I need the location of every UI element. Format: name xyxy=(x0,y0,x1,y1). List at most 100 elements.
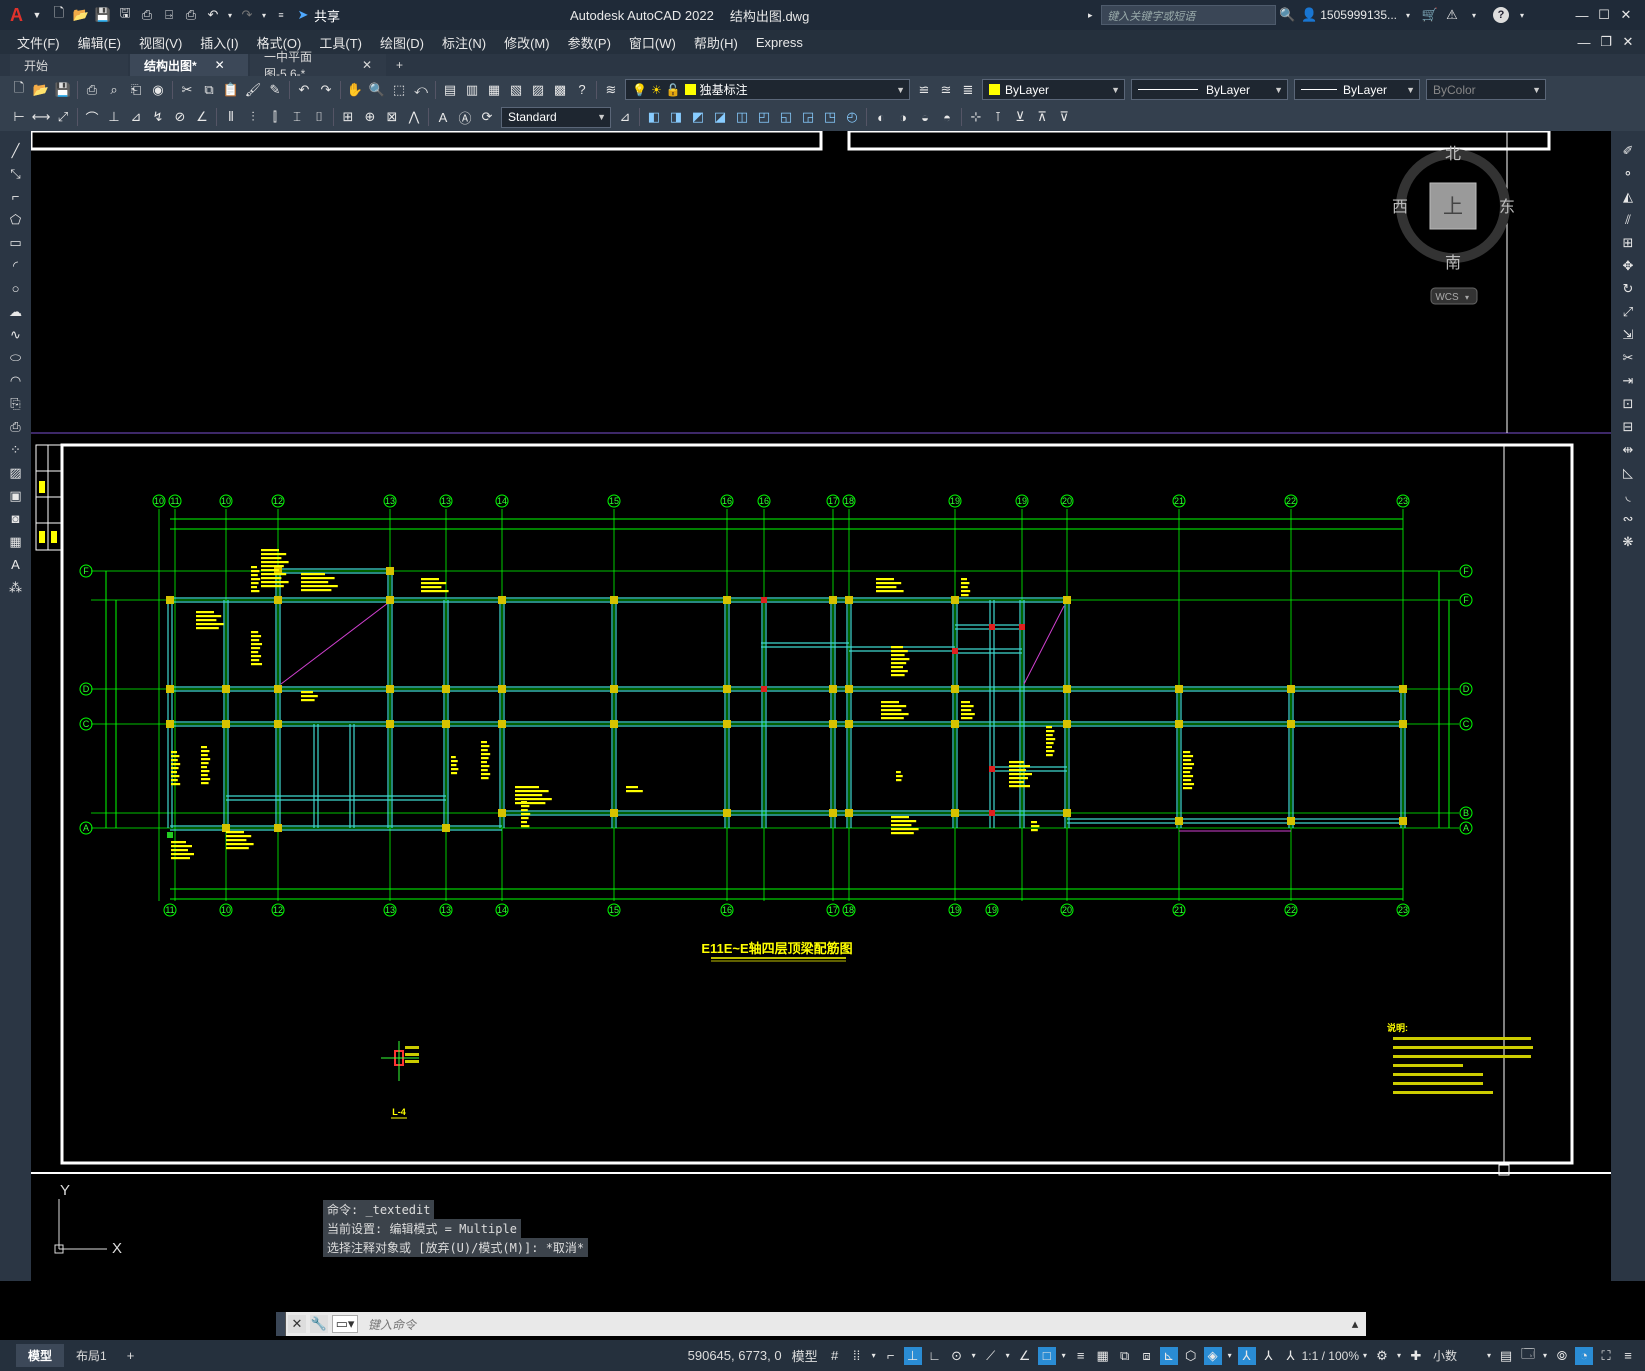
snap-icon[interactable]: ⁞⁞ xyxy=(848,1347,866,1365)
new-tab-button[interactable]: + xyxy=(388,54,411,76)
command-expand-icon[interactable]: ▴ xyxy=(1346,1315,1364,1333)
zoom-window-icon[interactable]: ⬚ xyxy=(390,81,408,99)
erase-icon[interactable]: ✐ xyxy=(1619,141,1637,160)
ucs-icon[interactable]: ⊹ xyxy=(967,108,985,126)
baseline-dim-icon[interactable]: ⫶ xyxy=(244,108,262,126)
a360-dropdown-icon[interactable]: ▾ xyxy=(1465,6,1483,24)
menu-edit[interactable]: 编辑(E) xyxy=(69,33,130,52)
color-dropdown[interactable]: ByLayer ▼ xyxy=(982,79,1125,100)
properties-icon[interactable]: ▤ xyxy=(441,81,459,99)
plot-preview-icon[interactable]: ⌕ xyxy=(105,81,123,99)
web-save-icon[interactable]: ⍈ xyxy=(160,6,178,24)
break-at-point-icon[interactable]: ⊡ xyxy=(1619,394,1637,413)
web-open-icon[interactable]: ⎙ xyxy=(138,6,156,24)
arc-length-icon[interactable]: ⌒ xyxy=(83,108,101,126)
clean-screen-icon[interactable]: ⛶ xyxy=(1597,1347,1615,1365)
undo-dropdown-icon[interactable]: ▾ xyxy=(226,6,234,24)
insert-block-icon[interactable]: ⎘ xyxy=(7,394,25,413)
rotate-icon[interactable]: ↻ xyxy=(1619,279,1637,298)
pan-icon[interactable]: ✋ xyxy=(346,81,364,99)
hatch-icon[interactable]: ▨ xyxy=(7,463,25,482)
user-dropdown-icon[interactable]: ▾ xyxy=(1399,6,1417,24)
redo-icon[interactable]: ↷ xyxy=(317,81,335,99)
hardware-acceleration-icon[interactable]: ◔ xyxy=(1575,1346,1593,1365)
command-close-icon[interactable]: ✕ xyxy=(288,1315,306,1333)
object-snap-dropdown-icon[interactable]: ▾ xyxy=(1060,1347,1068,1365)
annotation-scale-icon[interactable]: ⅄ xyxy=(1282,1347,1300,1365)
undo-icon[interactable]: ↶ xyxy=(295,81,313,99)
polygon-icon[interactable]: ⬠ xyxy=(7,210,25,229)
maximize-icon[interactable]: ☐ xyxy=(1595,6,1613,24)
doc-minimize-icon[interactable]: — xyxy=(1575,33,1593,51)
dim-style-icon[interactable]: ⊿ xyxy=(616,108,634,126)
ucs-object-icon[interactable]: ⊽ xyxy=(1055,108,1073,126)
spline-icon[interactable]: ∿ xyxy=(7,325,25,344)
quick-properties-icon[interactable]: ▤ xyxy=(1497,1347,1515,1365)
region-icon[interactable]: ◙ xyxy=(7,509,25,528)
gizmo-dropdown-icon[interactable]: ▾ xyxy=(1226,1347,1234,1365)
open-icon[interactable]: 📂 xyxy=(32,81,50,99)
break-icon[interactable]: ⊟ xyxy=(1619,417,1637,436)
undo-icon[interactable]: ↶ xyxy=(204,6,222,24)
shade-hidden-icon[interactable]: ◓ xyxy=(938,108,956,126)
help-icon[interactable]: ? xyxy=(1493,7,1509,23)
menu-file[interactable]: 文件(F) xyxy=(8,33,69,52)
drawing-canvas[interactable]: 10 11 10 12 13 13 14 15 16 16 17 18 19 19 20 21 22 23 11 10… xyxy=(31,131,1611,1281)
view-right-icon[interactable]: ◪ xyxy=(711,108,729,126)
tool-palettes-icon[interactable]: ▦ xyxy=(485,81,503,99)
doc-close-icon[interactable]: ✕ xyxy=(1619,33,1637,51)
layout-tab-layout1[interactable]: 布局1 xyxy=(64,1344,119,1367)
cart-icon[interactable]: 🛒 xyxy=(1421,6,1439,24)
ortho-icon[interactable]: ∟ xyxy=(926,1347,944,1365)
doc-restore-icon[interactable]: ❐ xyxy=(1597,33,1615,51)
menu-window[interactable]: 窗口(W) xyxy=(620,33,685,52)
menu-express[interactable]: Express xyxy=(747,35,812,50)
customization-icon[interactable]: ≡ xyxy=(1619,1347,1637,1365)
isodraft-icon[interactable]: ⟋ xyxy=(982,1347,1000,1365)
ucs-face-icon[interactable]: ⊼ xyxy=(1033,108,1051,126)
gradient-icon[interactable]: ▣ xyxy=(7,486,25,505)
search-icon[interactable]: 🔍 xyxy=(1278,6,1296,24)
annotation-visibility-icon[interactable]: ⅄ xyxy=(1237,1346,1256,1365)
diameter-dim-icon[interactable]: ⊘ xyxy=(171,108,189,126)
ordinate-dim-icon[interactable]: ⊥ xyxy=(105,108,123,126)
linear-dim-icon[interactable]: ⟷ xyxy=(32,108,51,126)
make-block-icon[interactable]: ⎙ xyxy=(7,417,25,436)
auto-scale-icon[interactable]: ⅄ xyxy=(1260,1347,1278,1365)
cut-icon[interactable]: ✂ xyxy=(178,81,196,99)
command-grip-handle[interactable] xyxy=(276,1312,286,1336)
design-center-icon[interactable]: ▥ xyxy=(463,81,481,99)
command-input[interactable]: 键入命令 xyxy=(360,1316,1344,1333)
save-as-icon[interactable]: 🖫 xyxy=(116,5,134,24)
view-back-icon[interactable]: ◨ xyxy=(667,108,685,126)
dynamic-ucs-icon[interactable]: ⊾ xyxy=(1159,1346,1178,1365)
view-iso4-icon[interactable]: ◴ xyxy=(843,108,861,126)
continue-dim-icon[interactable]: ⫿ xyxy=(266,108,284,126)
print-icon[interactable]: ⎙ xyxy=(182,6,200,24)
jogged-linear-icon[interactable]: ⋀ xyxy=(405,108,423,126)
layout-tab-model[interactable]: 模型 xyxy=(16,1344,65,1367)
tab-start[interactable]: 开始 xyxy=(10,54,128,76)
aligned-dim-icon[interactable]: ⤢ xyxy=(54,108,72,126)
search-expand-icon[interactable]: ▸ xyxy=(1081,6,1099,24)
share-button[interactable]: 共享 xyxy=(314,6,340,25)
view-iso2-icon[interactable]: ◲ xyxy=(799,108,817,126)
fillet-icon[interactable]: ◟ xyxy=(1619,486,1637,505)
3d-osnap-icon[interactable]: ⧈ xyxy=(1138,1347,1156,1365)
viewcube[interactable]: 上 北 南 东 西 WCS ▾ xyxy=(1392,144,1515,305)
a360-icon[interactable]: ⚠ xyxy=(1443,6,1461,24)
menu-modify[interactable]: 修改(M) xyxy=(495,33,559,52)
calculator-icon[interactable]: ▩ xyxy=(551,81,569,99)
shade-wire-icon[interactable]: ◒ xyxy=(916,108,934,126)
stretch-icon[interactable]: ⇲ xyxy=(1619,325,1637,344)
gizmo-icon[interactable]: ◈ xyxy=(1203,1346,1222,1365)
ellipse-arc-icon[interactable]: ◠ xyxy=(7,371,25,390)
menu-parametric[interactable]: 参数(P) xyxy=(559,33,620,52)
new-layout-button[interactable]: + xyxy=(119,1345,143,1366)
scale-icon[interactable]: ⤢ xyxy=(1619,302,1637,321)
share-icon[interactable]: ➤ xyxy=(294,6,312,24)
units-value[interactable]: 小数 xyxy=(1433,1347,1483,1364)
quick-dim-icon[interactable]: ⊢ xyxy=(10,108,28,126)
new-icon[interactable]: 🗋 xyxy=(10,80,28,99)
snap-dropdown-icon[interactable]: ▾ xyxy=(870,1347,878,1365)
